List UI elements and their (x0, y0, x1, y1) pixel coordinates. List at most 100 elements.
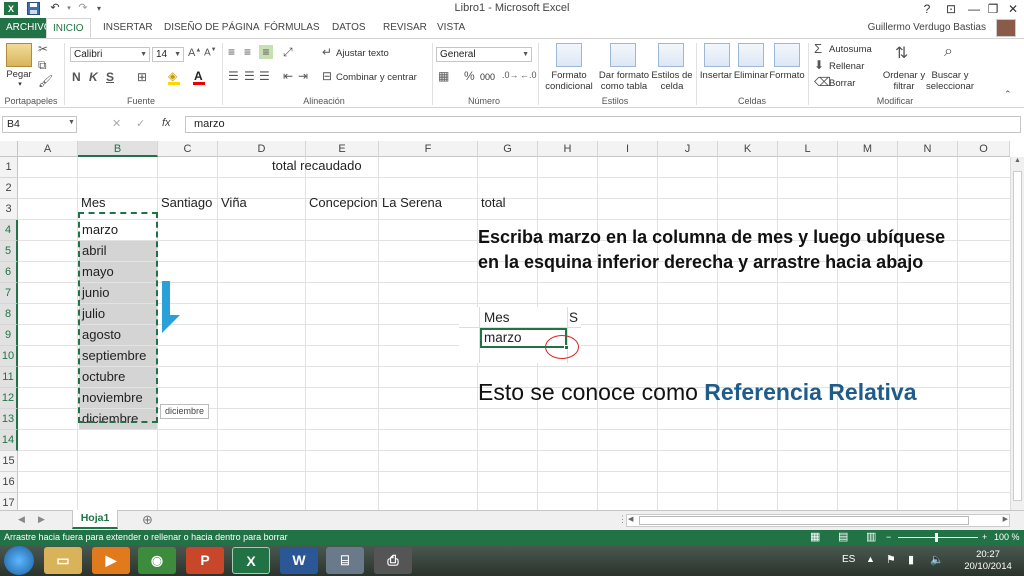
font-size-combo[interactable]: 14 ▼ (152, 47, 184, 62)
tab-insertar[interactable]: INSERTAR (97, 18, 159, 38)
row-header-3[interactable]: 3 (0, 199, 18, 220)
increase-indent-icon[interactable]: ⇥ (298, 69, 308, 83)
column-header-c[interactable]: C (158, 141, 218, 157)
format-painter-icon[interactable]: 🖌 (38, 74, 53, 88)
row-header-17[interactable]: 17 (0, 493, 18, 510)
clear-button[interactable]: Borrar (829, 78, 855, 89)
help-button[interactable]: ? (916, 0, 938, 18)
row-header-10[interactable]: 10 (0, 346, 18, 367)
sheet-tab-hoja1[interactable]: Hoja1 (72, 510, 118, 529)
cell-styles-icon[interactable] (658, 43, 684, 67)
chevron-down-icon[interactable]: ▼ (68, 119, 75, 126)
row-header-12[interactable]: 12 (0, 388, 18, 409)
avatar[interactable] (996, 19, 1016, 37)
tab-inicio[interactable]: INICIO (46, 18, 91, 38)
network-app-taskbar-icon[interactable]: ⌸ (326, 547, 364, 574)
column-header-n[interactable]: N (898, 141, 958, 157)
autosum-icon[interactable]: Σ (814, 41, 822, 56)
wrap-text-icon[interactable]: ↵ (322, 45, 332, 59)
chrome-taskbar-icon[interactable]: ◉ (138, 547, 176, 574)
row-header-1[interactable]: 1 (0, 157, 18, 178)
shrink-font-icon[interactable]: A▼ (204, 47, 217, 58)
tab-revisar[interactable]: REVISAR (377, 18, 433, 38)
column-header-d[interactable]: D (218, 141, 306, 157)
user-name[interactable]: Guillermo Verdugo Bastias (868, 22, 986, 33)
italic-button[interactable]: K (89, 70, 98, 84)
row-header-16[interactable]: 16 (0, 472, 18, 493)
fill-color-icon[interactable]: ◈ (168, 69, 177, 83)
align-top-icon[interactable]: ≡ (228, 45, 235, 59)
word-taskbar-icon[interactable]: W (280, 547, 318, 574)
tab-datos[interactable]: DATOS (326, 18, 372, 38)
autosum-button[interactable]: Autosuma (829, 44, 872, 55)
orientation-icon[interactable]: ⤢ (283, 45, 293, 60)
font-color-icon[interactable]: A (194, 69, 203, 83)
sort-filter-icon[interactable]: ⇅ (895, 43, 908, 63)
format-cells-button[interactable]: Formato (768, 70, 806, 81)
zoom-level[interactable]: 100 % (994, 530, 1020, 545)
system-clock[interactable]: 20:27 20/10/2014 (962, 549, 1014, 573)
paste-dropdown-icon[interactable]: ▾ (10, 79, 30, 90)
find-select-icon[interactable]: ⌕ (944, 43, 953, 61)
close-button[interactable]: ✕ (1002, 0, 1024, 18)
insert-cells-button[interactable]: Insertar (698, 70, 734, 81)
enter-icon[interactable]: ✓ (136, 117, 145, 130)
page-layout-view-icon[interactable]: ▤ (838, 530, 848, 545)
row-header-4[interactable]: 4 (0, 220, 18, 241)
paste-icon[interactable] (6, 43, 32, 67)
copy-icon[interactable]: ⧉ (38, 58, 47, 73)
merge-center-button[interactable]: Combinar y centrar (336, 72, 417, 83)
sort-filter-button[interactable]: Ordenar y filtrar (882, 70, 926, 92)
fill-icon[interactable]: ⬇ (814, 58, 824, 72)
add-sheet-button[interactable]: ⊕ (142, 512, 153, 528)
align-bottom-icon[interactable]: ≡ (259, 45, 273, 59)
format-as-table-button[interactable]: Dar formato como tabla (598, 70, 650, 92)
column-header-h[interactable]: H (538, 141, 598, 157)
delete-cells-icon[interactable] (738, 43, 764, 67)
column-header-i[interactable]: I (598, 141, 658, 157)
row-header-11[interactable]: 11 (0, 367, 18, 388)
restore-button[interactable]: ❐ (982, 0, 1004, 18)
align-left-icon[interactable]: ☰ (228, 69, 239, 83)
decrease-decimal-icon[interactable]: ←.0 (520, 70, 537, 80)
scroll-right-icon[interactable]: ▶ (1003, 515, 1008, 523)
column-header-a[interactable]: A (18, 141, 78, 157)
network-icon[interactable]: ▮ (908, 553, 914, 566)
cut-icon[interactable]: ✂ (38, 42, 48, 56)
zoom-out-button[interactable]: − (886, 530, 891, 545)
tab-formulas[interactable]: FÓRMULAS (258, 18, 326, 38)
conditional-format-icon[interactable] (556, 43, 582, 67)
row-header-9[interactable]: 9 (0, 325, 18, 346)
zoom-in-button[interactable]: + (982, 530, 987, 545)
conditional-format-button[interactable]: Formato condicional (540, 70, 598, 92)
flag-icon[interactable]: ⚑ (886, 553, 896, 566)
language-indicator[interactable]: ES (842, 554, 855, 565)
next-sheet-icon[interactable]: ▶ (38, 514, 45, 525)
number-format-combo[interactable]: General ▼ (436, 47, 532, 62)
column-header-m[interactable]: M (838, 141, 898, 157)
align-center-icon[interactable]: ☰ (244, 69, 255, 83)
align-middle-icon[interactable]: ≡ (244, 45, 251, 59)
worksheet-grid[interactable]: ABCDEFGHIJKLMNO 1 2 3 4 5 6 7 8 9 10 11 12 13 14 15 16 1… (0, 141, 1024, 510)
find-select-button[interactable]: Buscar y seleccionar (924, 70, 976, 92)
column-header-o[interactable]: O (958, 141, 1010, 157)
column-header-g[interactable]: G (478, 141, 538, 157)
cell-styles-button[interactable]: Estilos de celda (650, 70, 694, 92)
printer-taskbar-icon[interactable]: ⎙ (374, 547, 412, 574)
format-as-table-icon[interactable] (610, 43, 636, 67)
row-header-15[interactable]: 15 (0, 451, 18, 472)
normal-view-icon[interactable]: ▦ (810, 530, 820, 545)
row-header-14[interactable]: 14 (0, 430, 18, 451)
scroll-up-icon[interactable]: ▲ (1014, 157, 1021, 164)
row-header-13[interactable]: 13 (0, 409, 18, 430)
tray-arrow-icon[interactable]: ▲ (866, 554, 875, 564)
cancel-icon[interactable]: ✕ (112, 117, 121, 130)
font-name-combo[interactable]: Calibri ▼ (70, 47, 150, 62)
column-header-e[interactable]: E (306, 141, 379, 157)
row-header-6[interactable]: 6 (0, 262, 18, 283)
formula-input[interactable]: marzo (185, 116, 1021, 133)
page-break-view-icon[interactable]: ▥ (866, 530, 876, 545)
row-header-7[interactable]: 7 (0, 283, 18, 304)
horizontal-scrollbar[interactable]: ◀ ▶ (626, 514, 1010, 527)
horizontal-scroll-thumb[interactable] (639, 516, 969, 525)
